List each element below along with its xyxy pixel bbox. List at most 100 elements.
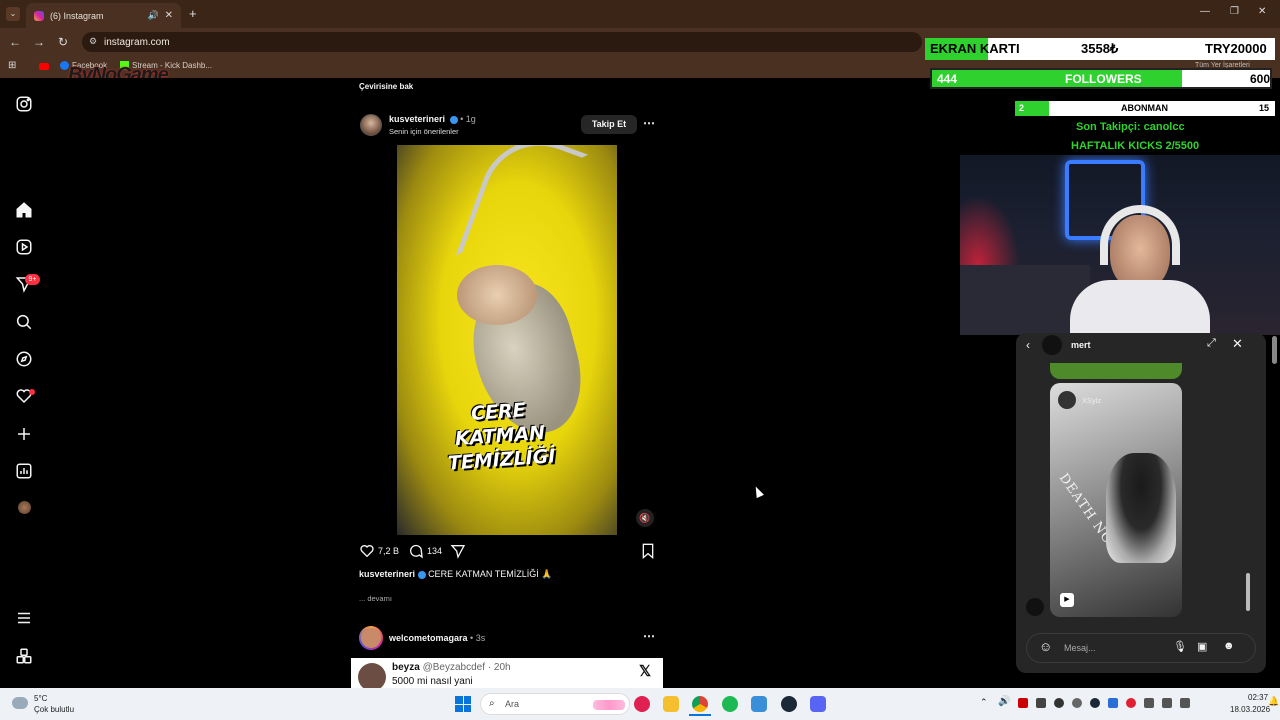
tab-search-button[interactable]: ⌄ (6, 7, 20, 21)
embedded-tweet[interactable]: beyza @Beyzabcdef · 20h 5000 mi nasıl ya… (351, 658, 663, 688)
weekly-kicks-text: HAFTALIK KICKS 2/5500 (1071, 140, 1200, 152)
taskbar-chrome-icon[interactable] (692, 696, 708, 712)
microphone-icon[interactable]: 🎙 (1173, 640, 1187, 653)
search-highlight-image (593, 700, 625, 710)
verified-badge-icon (449, 115, 458, 124)
caption-username[interactable]: kusveterineri (359, 569, 415, 579)
browser-tab-instagram[interactable]: (6) Instagram 🔊 ✕ (26, 3, 181, 28)
youtube-icon[interactable] (39, 63, 49, 70)
caption-text: CERE KATMAN TEMİZLİĞİ 🙏 (428, 569, 553, 579)
clock-time[interactable]: 02:37 (1248, 693, 1268, 702)
next-post-avatar[interactable] (359, 626, 383, 650)
followers-goal-bar: 444 FOLLOWERS 600 (930, 68, 1272, 89)
taskbar-discord-icon[interactable] (810, 696, 826, 712)
dm-prev-message[interactable] (1050, 363, 1182, 379)
dm-back-icon[interactable]: ‹ (1026, 338, 1030, 352)
tweet-time: 20h (493, 662, 511, 673)
site-info-icon[interactable]: ⚙ (89, 36, 97, 47)
see-translation-link[interactable]: Çevirisine bak (359, 82, 413, 91)
weather-icon[interactable] (12, 697, 28, 709)
address-bar[interactable]: ⚙ instagram.com (82, 32, 922, 52)
dashboard-icon[interactable] (14, 461, 34, 481)
home-icon[interactable] (14, 200, 34, 220)
x-logo-icon: 𝕏 (639, 663, 652, 680)
reel-play-icon: ▶ (1060, 593, 1074, 607)
explore-icon[interactable] (14, 349, 34, 369)
post-options-icon[interactable]: ⋯ (643, 116, 656, 130)
url-text: instagram.com (104, 36, 170, 48)
apps-grid-icon[interactable]: ⊞ (8, 60, 16, 71)
activity-dot (29, 389, 35, 395)
post-author-username[interactable]: kusveterineri • 1g (389, 114, 476, 124)
comment-icon[interactable] (408, 543, 424, 564)
menu-icon[interactable] (14, 608, 34, 628)
image-upload-icon[interactable]: ▣ (1197, 640, 1207, 653)
dm-contact-name[interactable]: mert (1071, 340, 1091, 350)
abonman-current: 2 (1019, 103, 1025, 113)
back-arrow-icon[interactable]: ← (9, 35, 21, 49)
shared-post-avatar (1058, 391, 1076, 409)
followers-goal: 600 (1250, 72, 1271, 86)
taskbar-steam-icon[interactable] (781, 696, 797, 712)
dm-contact-avatar[interactable] (1042, 335, 1062, 355)
start-windows-icon[interactable] (455, 696, 471, 712)
page-scrollbar[interactable] (1272, 336, 1277, 364)
tray-icons[interactable] (1018, 698, 1190, 708)
close-window-button[interactable]: ✕ (1258, 6, 1266, 17)
sticker-icon[interactable]: ☻ (1223, 640, 1235, 652)
taskbar-app-red-icon[interactable] (634, 696, 650, 712)
post-author-avatar[interactable] (360, 114, 382, 136)
clock-date[interactable]: 18.03.2026 (1230, 705, 1270, 714)
threads-meta-icon[interactable] (14, 646, 34, 666)
forward-arrow-icon[interactable]: → (33, 35, 45, 49)
follow-button[interactable]: Takip Et (581, 115, 637, 134)
taskbar-search[interactable]: ⌕ Ara (480, 693, 630, 715)
instagram-logo-icon[interactable] (14, 94, 34, 114)
caption-more-link[interactable]: ... devamı (359, 594, 392, 603)
taskbar-file-explorer-icon[interactable] (663, 696, 679, 712)
share-icon[interactable] (450, 543, 466, 564)
notification-badge: 9+ (25, 274, 40, 285)
tab-close-icon[interactable]: ✕ (165, 10, 173, 21)
dm-close-icon[interactable]: ✕ (1232, 336, 1243, 352)
taskbar-search-icon: ⌕ (489, 698, 495, 709)
abonman-goal-bar: 2 ABONMAN 15 (1015, 101, 1275, 116)
dm-shared-post[interactable]: XSylz DEATH NOTE ▶ (1050, 383, 1182, 617)
profile-avatar[interactable] (18, 501, 31, 514)
comment-count: 134 (427, 546, 443, 556)
taskbar-spotify-icon[interactable] (722, 696, 738, 712)
dm-scrollbar[interactable] (1246, 573, 1250, 611)
message-placeholder: Mesaj... (1064, 643, 1096, 653)
dm-expand-icon[interactable]: ⤢ (1207, 337, 1216, 350)
like-heart-icon[interactable] (359, 543, 375, 564)
new-tab-button[interactable]: + (189, 6, 197, 21)
tab-audio-icon[interactable]: 🔊 (148, 10, 159, 21)
tray-volume-icon[interactable]: 🔊 (998, 696, 1010, 707)
create-plus-icon[interactable] (14, 424, 34, 444)
post-time: 1g (465, 114, 476, 124)
reload-icon[interactable]: ↻ (58, 35, 68, 49)
weather-temp: 5°C (34, 694, 48, 703)
abonman-goal: 15 (1259, 103, 1270, 113)
tweet-handle: @Beyzabcdef (422, 662, 485, 673)
followers-label: FOLLOWERS (1065, 72, 1142, 86)
taskbar-settings-icon[interactable] (751, 696, 767, 712)
streamer-body (1070, 280, 1210, 335)
message-input[interactable]: ☺ Mesaj... 🎙 ▣ ☻ (1026, 633, 1256, 663)
minimize-button[interactable]: — (1200, 6, 1210, 17)
post-video[interactable] (397, 145, 617, 535)
notification-bell-icon[interactable]: 🔔 (1268, 696, 1279, 707)
reels-icon[interactable] (14, 237, 34, 257)
post-subtitle: Senin için önerilenler (389, 127, 459, 136)
maximize-button[interactable]: ❐ (1230, 6, 1239, 17)
emoji-icon[interactable]: ☺ (1039, 639, 1052, 654)
next-post-username[interactable]: welcometomagara • 3s (389, 633, 485, 643)
tray-overflow-icon[interactable]: ⌃ (980, 697, 988, 708)
save-bookmark-icon[interactable] (641, 543, 655, 564)
mute-icon[interactable]: 🔇 (636, 509, 654, 527)
search-icon[interactable] (14, 312, 34, 332)
shared-post-user: XSylz (1082, 396, 1102, 405)
abonman-label: ABONMAN (1121, 103, 1168, 113)
probe-tool (455, 145, 589, 287)
next-post-options-icon[interactable]: ⋯ (643, 629, 655, 643)
